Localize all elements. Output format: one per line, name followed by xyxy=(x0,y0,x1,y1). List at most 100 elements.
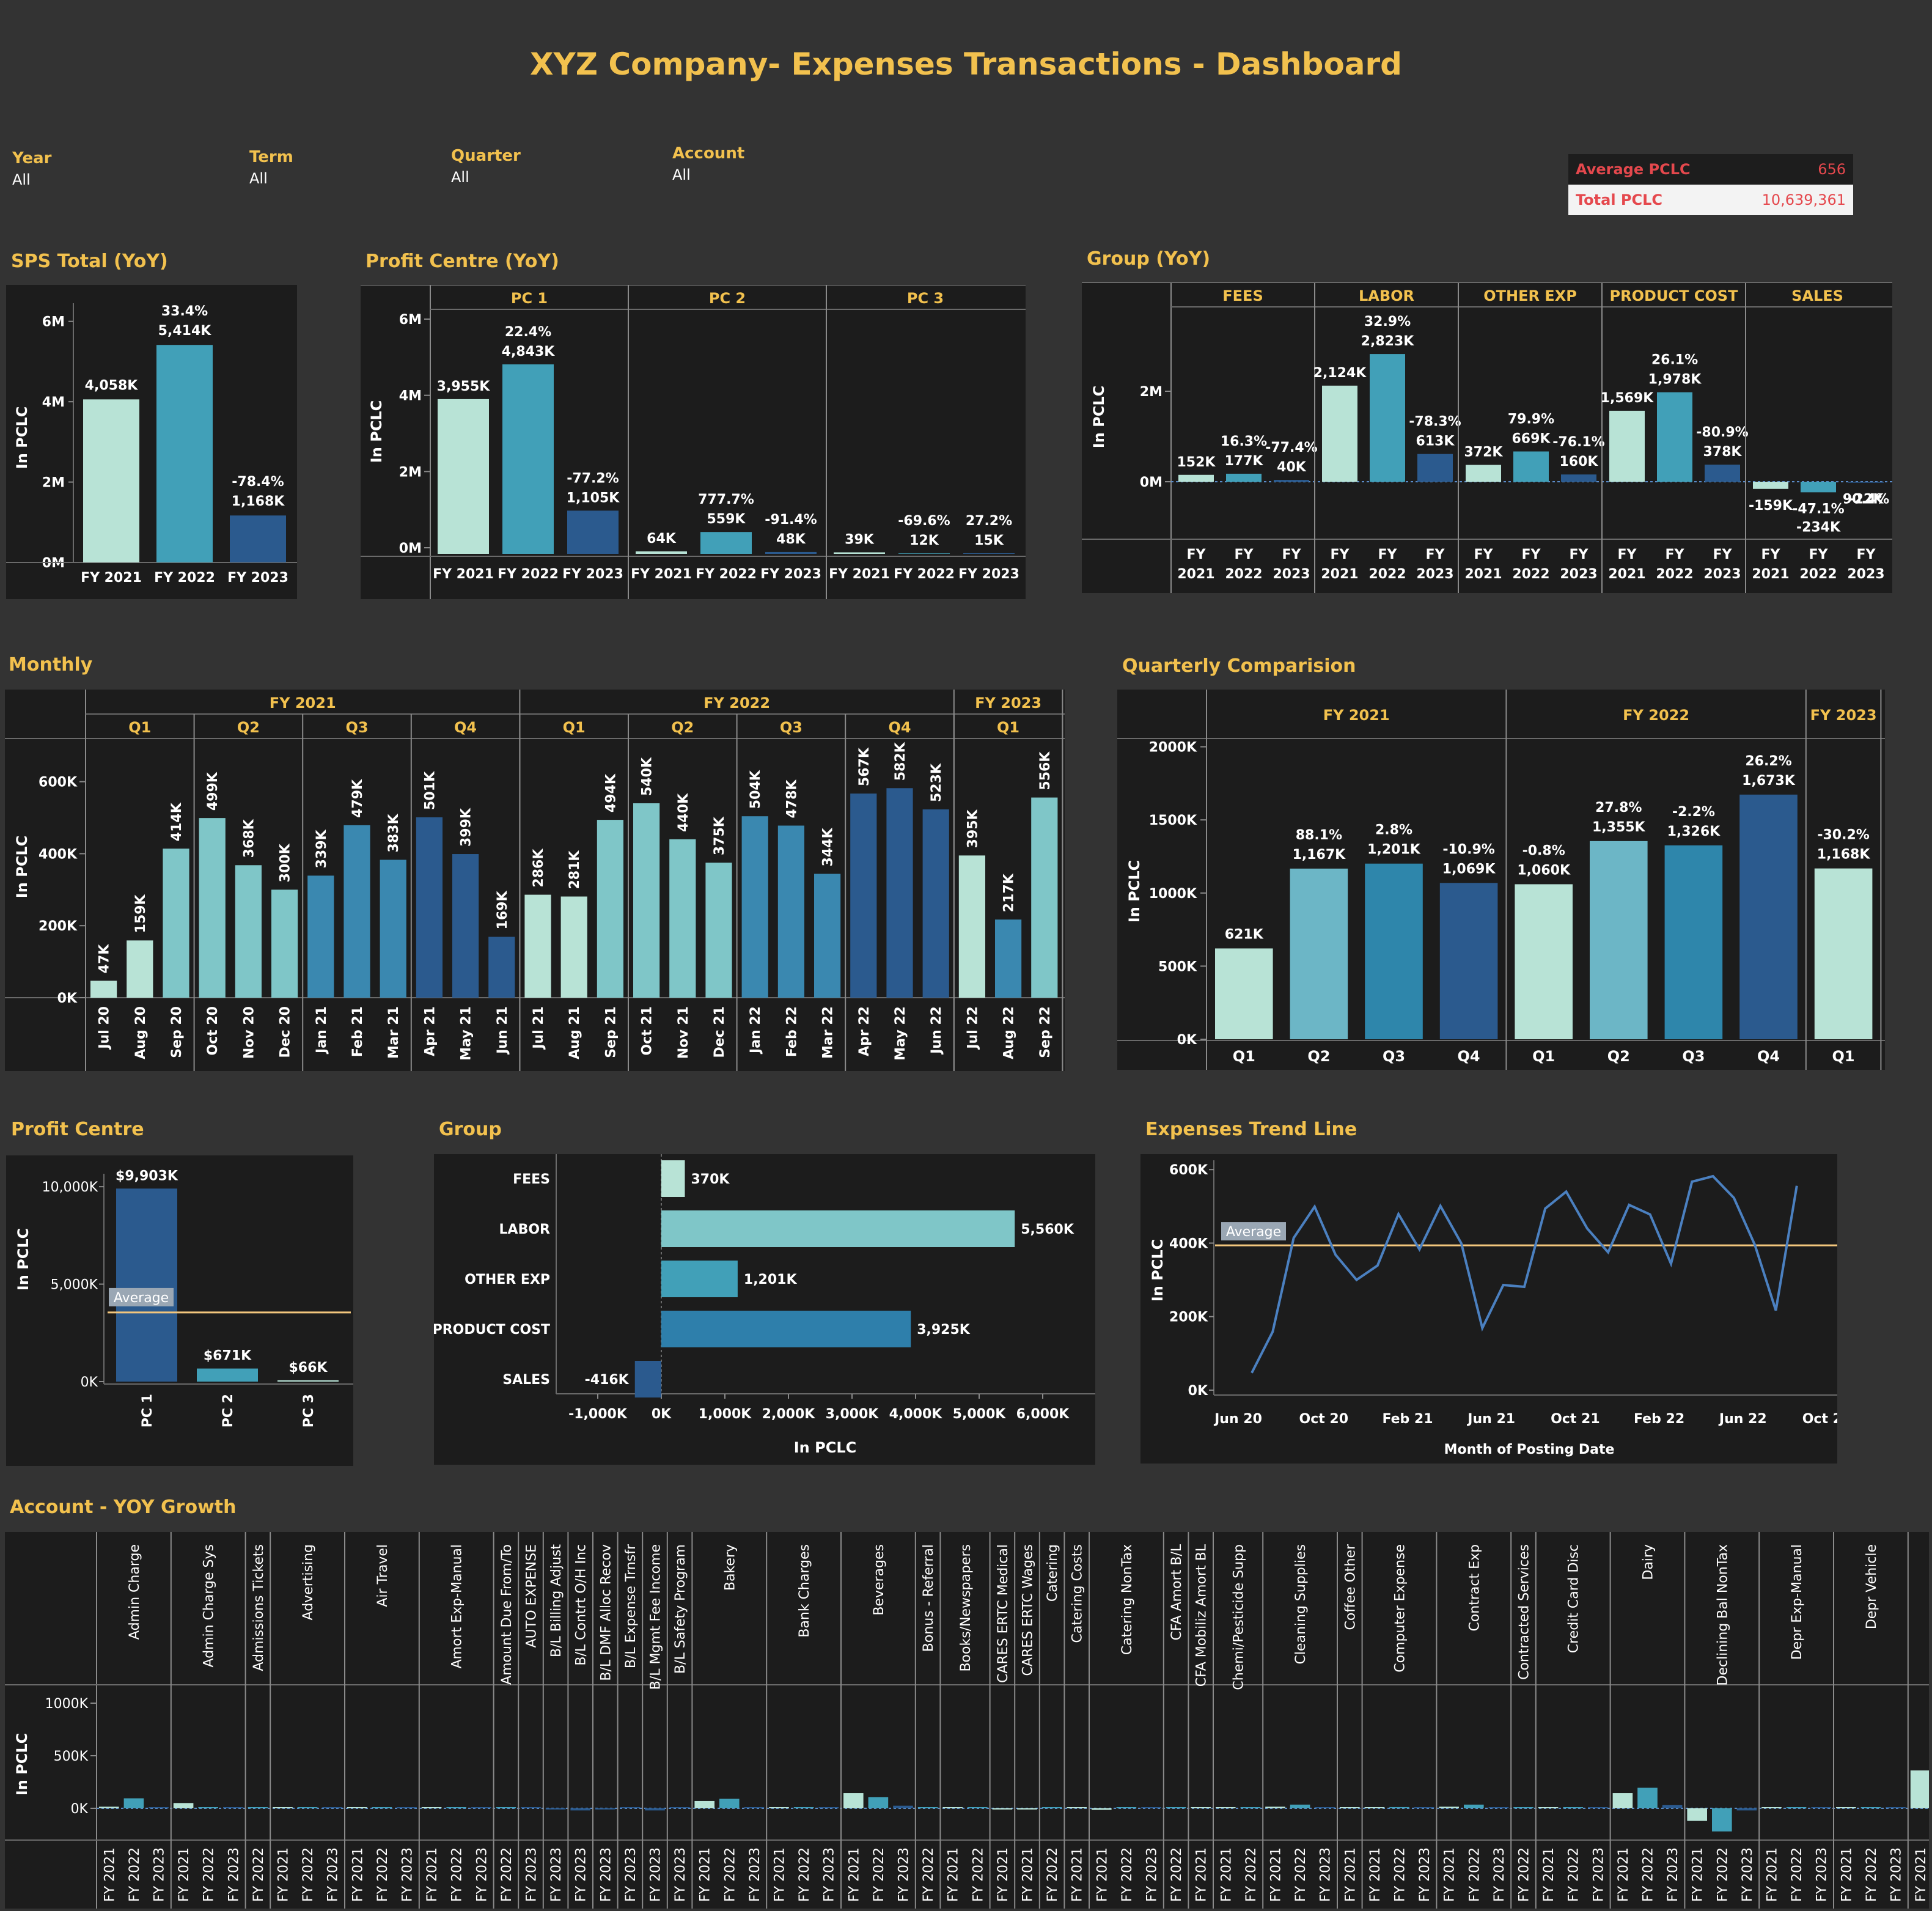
quarter-header: Q1 xyxy=(563,719,586,736)
kpi-value: 10,639,361 xyxy=(1761,191,1846,208)
bar xyxy=(1216,1807,1236,1808)
x-tick-label: PC 1 xyxy=(140,1394,155,1427)
bar xyxy=(99,1806,119,1808)
x-tick-label: 2023 xyxy=(1847,567,1884,582)
data-label: -159K xyxy=(1749,498,1793,514)
quarter-header: Q3 xyxy=(780,719,803,736)
account-header: B/L Expense Trnsfr xyxy=(623,1544,639,1668)
data-label: 344K xyxy=(821,827,836,866)
bar xyxy=(1705,465,1740,482)
bar xyxy=(570,1808,590,1811)
filter-value[interactable]: All xyxy=(672,166,744,183)
bar xyxy=(1265,1806,1285,1808)
growth-label: 32.9% xyxy=(1364,314,1411,330)
x-tick-label: FY 2023 xyxy=(226,1847,241,1902)
bar xyxy=(567,510,619,554)
y-axis-label: In PCLC xyxy=(13,836,31,898)
quarter-header: Q1 xyxy=(997,719,1019,736)
data-label: 1,069K xyxy=(1442,861,1496,877)
growth-label: 777.7% xyxy=(698,492,754,507)
chart-expenses-trend: In PCLC 600K 400K 200K 0K Jun 20 Oct 20 Feb 21 J… xyxy=(1140,1154,1837,1464)
account-header: B/L Safety Program xyxy=(673,1544,688,1674)
x-tick-label: FY 2021 xyxy=(1914,1847,1929,1902)
bar xyxy=(1801,482,1836,493)
x-tick-label: FY 2022 xyxy=(1790,1847,1805,1902)
bar xyxy=(661,1311,911,1347)
growth-label: 22.4% xyxy=(505,325,551,340)
bar xyxy=(843,1793,864,1808)
x-tick-label: FY 2022 xyxy=(251,1847,266,1902)
account-header: Bakery xyxy=(722,1544,738,1591)
x-tick-label: 2022 xyxy=(1656,567,1693,582)
tick-label: 1500K xyxy=(1149,813,1197,828)
x-tick-label: FY 2021 xyxy=(1765,1847,1780,1902)
data-label: 1,569K xyxy=(1601,391,1655,406)
bar xyxy=(1836,1807,1856,1808)
bar xyxy=(343,825,370,998)
growth-label: 90.4% xyxy=(1843,492,1889,507)
x-tick-label: FY 2023 xyxy=(1417,1847,1433,1902)
account-header: Books/Newspapers xyxy=(958,1544,974,1672)
account-header: Advertising xyxy=(301,1544,316,1620)
filter-year[interactable]: Year All xyxy=(12,149,51,188)
growth-label: -69.6% xyxy=(898,514,950,529)
data-label: 339K xyxy=(314,829,329,868)
x-tick-label: FY 2021 xyxy=(425,1847,440,1902)
bar xyxy=(163,849,189,998)
bar xyxy=(127,940,153,998)
tick-label: 4M xyxy=(399,389,422,404)
bar xyxy=(1240,1807,1261,1808)
bar xyxy=(963,553,1015,554)
account-header: Contracted Services xyxy=(1517,1544,1532,1680)
x-tick-label: Jul 21 xyxy=(531,1006,546,1050)
x-tick-label: FY 2023 xyxy=(524,1847,540,1902)
filter-value[interactable]: All xyxy=(12,171,51,188)
x-tick-label: FY 2023 xyxy=(1889,1847,1904,1902)
x-tick-label: May 22 xyxy=(893,1006,908,1061)
filter-term[interactable]: Term All xyxy=(249,148,293,187)
data-label: 375K xyxy=(712,816,727,855)
x-tick-label: FY 2021 xyxy=(350,1847,365,1902)
bar xyxy=(669,839,696,998)
bar xyxy=(814,874,841,998)
kpi-label: Total PCLC xyxy=(1576,191,1663,208)
bar xyxy=(1538,1807,1559,1808)
x-tick-label: FY 2022 xyxy=(154,570,215,586)
tick-label: 1,000K xyxy=(699,1407,752,1422)
growth-label: -77.2% xyxy=(567,471,619,486)
account-header: Bonus - Referral xyxy=(921,1544,936,1652)
bar xyxy=(230,515,286,562)
tick-label: 400K xyxy=(39,847,78,862)
tick-label: -1,000K xyxy=(568,1407,628,1422)
tick-label: 0M xyxy=(399,541,422,556)
filter-account[interactable]: Account All xyxy=(672,144,744,183)
x-tick-label: FY 2021 xyxy=(847,1847,862,1902)
x-tick-label: FY 2022 xyxy=(499,1847,515,1902)
x-tick-label: FY 2022 xyxy=(1641,1847,1656,1902)
filter-quarter[interactable]: Quarter All xyxy=(451,147,521,186)
tick-label: 5,000K xyxy=(953,1407,1007,1422)
growth-label: -91.4% xyxy=(765,512,817,528)
bar xyxy=(1226,473,1262,482)
bar xyxy=(496,1807,516,1808)
data-label: 621K xyxy=(1225,927,1264,942)
data-label: 1,201K xyxy=(1367,842,1421,858)
x-tick-label: FY 2023 xyxy=(1145,1847,1160,1902)
x-tick-label: FY 2021 xyxy=(1269,1847,1284,1902)
x-tick-label: PC 3 xyxy=(301,1394,317,1427)
x-tick-label: FY 2021 xyxy=(1541,1847,1557,1902)
account-header: Catering NonTax xyxy=(1120,1544,1135,1655)
x-tick-label: 2021 xyxy=(1177,567,1214,582)
x-tick-label: FY 2021 xyxy=(1070,1847,1085,1902)
bar xyxy=(898,553,950,554)
filter-value[interactable]: All xyxy=(451,169,521,186)
data-label: 499K xyxy=(205,771,221,811)
bar xyxy=(223,1807,243,1808)
data-label: 40K xyxy=(1277,460,1307,475)
account-header: Coffee Other xyxy=(1343,1544,1358,1630)
panel-header: PRODUCT COST xyxy=(1610,287,1739,304)
bar xyxy=(1662,1805,1683,1808)
x-tick-label: FY 2023 xyxy=(562,567,623,582)
filter-value[interactable]: All xyxy=(249,170,293,187)
x-tick-label: FY 2022 xyxy=(1715,1847,1730,1902)
